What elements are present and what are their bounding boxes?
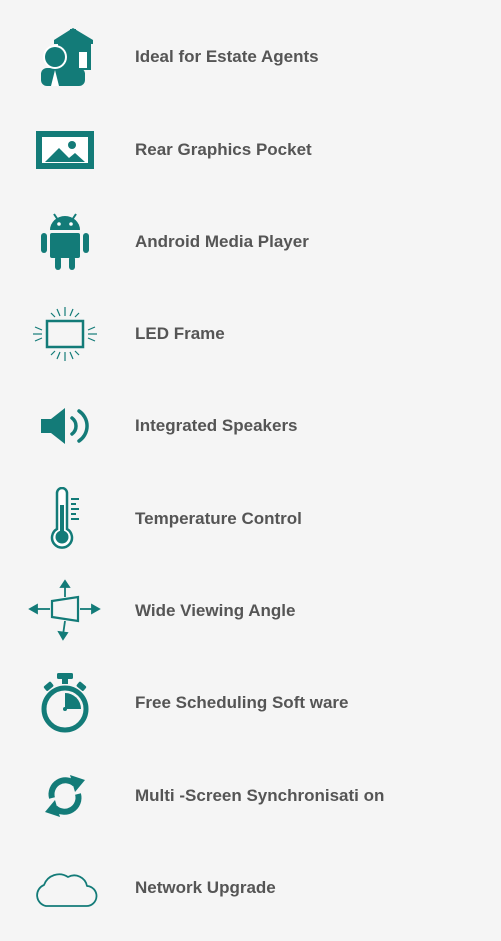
feature-item-led-frame: LED Frame xyxy=(0,304,501,364)
stopwatch-icon xyxy=(20,673,110,733)
feature-label: Wide Viewing Angle xyxy=(135,601,296,620)
feature-label: Multi -Screen Synchronisati on xyxy=(135,786,385,805)
feature-label: Integrated Speakers xyxy=(135,416,298,435)
feature-label: LED Frame xyxy=(135,324,225,343)
feature-list: Ideal for Estate Agents Rear Graphics Po… xyxy=(0,0,501,941)
speaker-icon xyxy=(20,396,110,456)
feature-label: Android Media Player xyxy=(135,232,309,251)
picture-frame-icon xyxy=(20,120,110,180)
cloud-icon xyxy=(20,858,110,918)
android-icon xyxy=(20,212,110,272)
feature-item-rear-graphics-pocket: Rear Graphics Pocket xyxy=(0,120,501,180)
feature-label: Network Upgrade xyxy=(135,878,276,897)
feature-label: Temperature Control xyxy=(135,509,302,528)
feature-label: Free Scheduling Soft ware xyxy=(135,693,349,712)
estate-agent-icon xyxy=(20,27,110,87)
feature-item-network-upgrade: Network Upgrade xyxy=(0,858,501,918)
feature-label: Ideal for Estate Agents xyxy=(135,47,319,66)
thermometer-icon xyxy=(20,487,110,549)
feature-item-multi-screen-synchronisation: Multi -Screen Synchronisati on xyxy=(0,766,501,826)
viewing-angle-icon xyxy=(20,579,110,641)
led-frame-icon xyxy=(20,304,110,364)
feature-item-integrated-speakers: Integrated Speakers xyxy=(0,396,501,456)
feature-item-estate-agents: Ideal for Estate Agents xyxy=(0,27,501,87)
feature-label: Rear Graphics Pocket xyxy=(135,140,312,159)
feature-item-wide-viewing-angle: Wide Viewing Angle xyxy=(0,579,501,641)
feature-item-temperature-control: Temperature Control xyxy=(0,487,501,549)
feature-item-android-media-player: Android Media Player xyxy=(0,212,501,272)
feature-item-free-scheduling-software: Free Scheduling Soft ware xyxy=(0,673,501,733)
sync-icon xyxy=(20,766,110,826)
